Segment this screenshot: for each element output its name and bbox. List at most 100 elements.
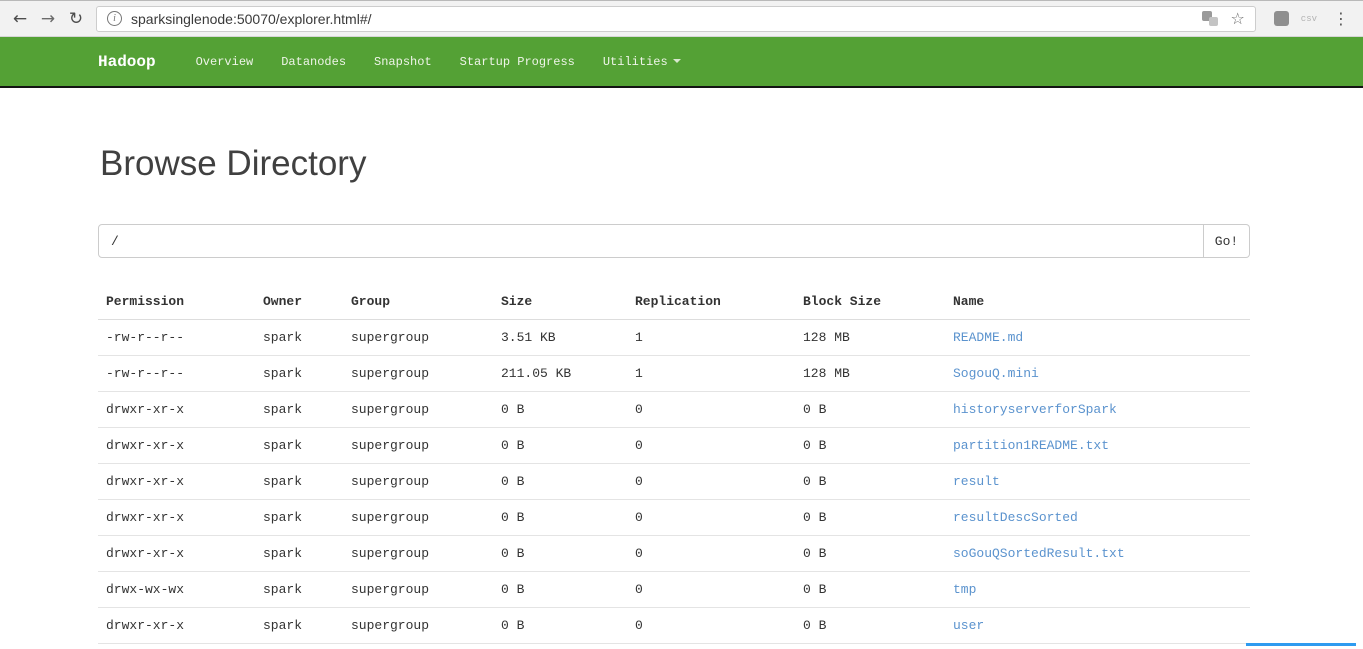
- url-bar[interactable]: i sparksinglenode:50070/explorer.html#/ …: [96, 5, 1256, 32]
- nav-item-startup-progress[interactable]: Startup Progress: [446, 55, 589, 69]
- table-row: -rw-r--r-- spark supergroup 211.05 KB 1 128 M…: [98, 355, 1250, 392]
- col-header-permission: Permission: [98, 284, 255, 320]
- table-row: -rw-r--r-- spark supergroup 3.51 KB 1 128 MB R…: [98, 319, 1250, 356]
- extensions-area: csv: [1273, 11, 1317, 26]
- cell-group: supergroup: [343, 499, 493, 536]
- file-link[interactable]: user: [953, 618, 984, 633]
- cell-name: result: [945, 463, 1250, 500]
- cell-group: supergroup: [343, 535, 493, 572]
- cell-owner: spark: [255, 571, 343, 608]
- extension-icon[interactable]: [1273, 11, 1289, 26]
- cell-size: 0 B: [493, 535, 627, 572]
- path-input-group: Go!: [98, 224, 1250, 258]
- file-link[interactable]: partition1README.txt: [953, 438, 1109, 453]
- site-info-icon[interactable]: i: [107, 11, 122, 26]
- cell-permission: drwxr-xr-x: [98, 427, 255, 464]
- refresh-icon[interactable]: ↻: [62, 5, 90, 33]
- cell-size: 0 B: [493, 571, 627, 608]
- cell-permission: drwxr-xr-x: [98, 499, 255, 536]
- cell-block-size: 0 B: [795, 607, 945, 644]
- translate-icon[interactable]: [1202, 11, 1219, 26]
- file-link[interactable]: soGouQSortedResult.txt: [953, 546, 1125, 561]
- cell-replication: 0: [627, 463, 795, 500]
- nav-item-snapshot[interactable]: Snapshot: [360, 55, 446, 69]
- col-header-block-size: Block Size: [795, 284, 945, 320]
- cell-block-size: 0 B: [795, 427, 945, 464]
- url-text[interactable]: sparksinglenode:50070/explorer.html#/: [131, 11, 1190, 27]
- cell-size: 0 B: [493, 391, 627, 428]
- cell-group: supergroup: [343, 427, 493, 464]
- cell-size: 211.05 KB: [493, 355, 627, 392]
- browser-toolbar: ← → ↻ i sparksinglenode:50070/explorer.h…: [0, 0, 1363, 37]
- cell-block-size: 0 B: [795, 571, 945, 608]
- nav-item-datanodes[interactable]: Datanodes: [267, 55, 360, 69]
- cell-block-size: 0 B: [795, 499, 945, 536]
- table-row: drwxr-xr-x spark supergroup 0 B00 Bpartitio…: [98, 427, 1250, 464]
- file-link[interactable]: resultDescSorted: [953, 510, 1078, 525]
- file-link[interactable]: result: [953, 474, 1000, 489]
- col-header-owner: Owner: [255, 284, 343, 320]
- extension-csv-icon[interactable]: csv: [1301, 14, 1317, 24]
- cell-block-size: 0 B: [795, 463, 945, 500]
- cell-owner: spark: [255, 463, 343, 500]
- page-title: Browse Directory: [100, 144, 367, 183]
- col-header-name: Name: [945, 284, 1250, 320]
- cell-replication: 1: [627, 319, 795, 356]
- table-row: drwx-wx-wx spark supergroup 0 B00 Btmp: [98, 571, 1250, 608]
- cell-size: 0 B: [493, 463, 627, 500]
- bottom-accent-line: [1246, 643, 1356, 646]
- back-icon[interactable]: ←: [6, 5, 34, 33]
- file-table-body: -rw-r--r-- spark supergroup 3.51 KB 1 128 MB R…: [98, 319, 1250, 644]
- cell-size: 0 B: [493, 607, 627, 644]
- cell-name: user: [945, 607, 1250, 644]
- file-link[interactable]: README.md: [953, 330, 1023, 345]
- file-link[interactable]: tmp: [953, 582, 976, 597]
- cell-size: 3.51 KB: [493, 319, 627, 356]
- bookmark-star-icon[interactable]: ☆: [1230, 10, 1244, 27]
- nav-item-overview[interactable]: Overview: [182, 55, 268, 69]
- cell-name: SogouQ.mini: [945, 355, 1250, 392]
- browser-menu-icon[interactable]: ⋮: [1325, 10, 1357, 27]
- cell-owner: spark: [255, 607, 343, 644]
- cell-permission: drwxr-xr-x: [98, 391, 255, 428]
- cell-replication: 0: [627, 535, 795, 572]
- cell-replication: 0: [627, 607, 795, 644]
- cell-owner: spark: [255, 535, 343, 572]
- cell-permission: -rw-r--r--: [98, 355, 255, 392]
- cell-owner: spark: [255, 319, 343, 356]
- cell-group: supergroup: [343, 607, 493, 644]
- cell-permission: drwxr-xr-x: [98, 463, 255, 500]
- nav-item-utilities[interactable]: Utilities: [589, 55, 695, 69]
- table-row: drwxr-xr-x spark supergroup 0 B00 BresultDe…: [98, 499, 1250, 536]
- chevron-down-icon: [672, 59, 681, 64]
- col-header-size: Size: [493, 284, 627, 320]
- col-header-replication: Replication: [627, 284, 795, 320]
- cell-block-size: 128 MB: [795, 355, 945, 392]
- cell-replication: 0: [627, 427, 795, 464]
- cell-group: supergroup: [343, 571, 493, 608]
- go-button[interactable]: Go!: [1204, 224, 1250, 258]
- brand-hadoop[interactable]: Hadoop: [98, 53, 156, 71]
- cell-size: 0 B: [493, 499, 627, 536]
- table-row: drwxr-xr-x spark supergroup 0 B00 BsoGouQSo…: [98, 535, 1250, 572]
- cell-replication: 0: [627, 499, 795, 536]
- cell-permission: drwxr-xr-x: [98, 535, 255, 572]
- cell-owner: spark: [255, 499, 343, 536]
- cell-group: supergroup: [343, 355, 493, 392]
- file-link[interactable]: SogouQ.mini: [953, 366, 1039, 381]
- cell-permission: drwx-wx-wx: [98, 571, 255, 608]
- col-header-group: Group: [343, 284, 493, 320]
- cell-block-size: 0 B: [795, 391, 945, 428]
- cell-block-size: 0 B: [795, 535, 945, 572]
- table-header: Permission Owner Group Size Replication …: [98, 284, 1250, 320]
- cell-owner: spark: [255, 391, 343, 428]
- cell-name: tmp: [945, 571, 1250, 608]
- cell-owner: spark: [255, 355, 343, 392]
- cell-block-size: 128 MB: [795, 319, 945, 356]
- main-content: Browse Directory Go! Permission Owner Gr…: [98, 144, 1250, 644]
- path-input[interactable]: [98, 224, 1204, 258]
- cell-permission: drwxr-xr-x: [98, 607, 255, 644]
- file-link[interactable]: historyserverforSpark: [953, 402, 1117, 417]
- forward-icon[interactable]: →: [34, 5, 62, 33]
- cell-owner: spark: [255, 427, 343, 464]
